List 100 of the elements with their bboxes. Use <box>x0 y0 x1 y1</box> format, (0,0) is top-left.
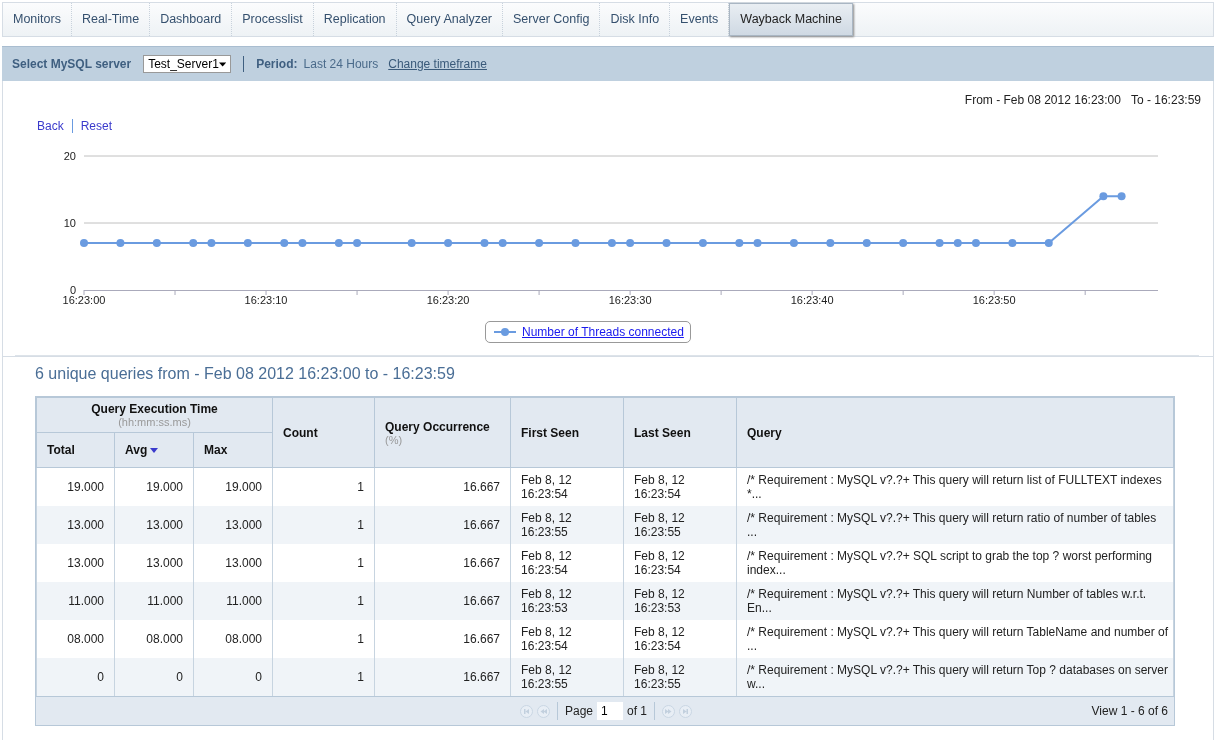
data-point <box>1008 239 1017 248</box>
nav-tab[interactable]: Processlist <box>232 3 314 36</box>
range-end-text: To - 16:23:59 <box>1130 93 1201 109</box>
column-header[interactable]: Query <box>736 397 1174 468</box>
data-point <box>116 239 125 248</box>
data-point <box>662 239 671 248</box>
table-cell: 16.667 <box>374 582 511 620</box>
x-tick-label: 16:23:10 <box>244 294 288 306</box>
page-label: Page <box>565 704 594 718</box>
table-cell: 11.000 <box>114 582 194 620</box>
nav-tab[interactable]: Wayback Machine <box>729 3 853 36</box>
table-cell: /* Requirement : MySQL v?.?+ This query will return ratio of number of tables ... <box>736 506 1174 544</box>
table-cell: /* Requirement : MySQL v?.?+ This query will return Number of tables w.r.t. En... <box>736 582 1174 620</box>
column-header[interactable]: Last Seen <box>623 397 737 468</box>
x-tick-label: 16:23:20 <box>426 294 470 306</box>
data-point <box>280 239 289 248</box>
nav-tab[interactable]: Monitors <box>3 3 72 36</box>
table-cell: /* Requirement : MySQL v?.?+ This query will return Top ? databases on server w... <box>736 658 1174 696</box>
table-cell: Feb 8, 12 16:23:55 <box>510 658 624 696</box>
table-cell: 13.000 <box>36 506 115 544</box>
data-point <box>607 239 616 248</box>
column-header[interactable]: Max <box>193 432 273 468</box>
table-cell: 1 <box>272 658 375 696</box>
data-point <box>444 239 453 248</box>
data-point <box>298 239 307 248</box>
table-cell: 11.000 <box>36 582 115 620</box>
data-point <box>152 239 161 248</box>
nav-tab[interactable]: Disk Info <box>600 3 671 36</box>
x-tick-label: 16:23:00 <box>62 294 106 306</box>
table-cell: 0 <box>36 658 115 696</box>
table-cell: 1 <box>272 582 375 620</box>
data-point <box>899 239 908 248</box>
change-timeframe-link[interactable]: Change timeframe <box>388 57 487 71</box>
x-tick-label: 16:23:50 <box>972 294 1016 306</box>
data-point <box>407 239 416 248</box>
data-point <box>189 239 198 248</box>
y-tick-label: 0 <box>69 284 76 296</box>
data-point <box>753 239 762 248</box>
table-cell: 16.667 <box>374 658 511 696</box>
data-point <box>353 239 362 248</box>
nav-tab[interactable]: Server Config <box>503 3 601 36</box>
data-point <box>935 239 944 248</box>
table-cell: 13.000 <box>193 506 273 544</box>
table-cell: Feb 8, 12 16:23:53 <box>623 582 737 620</box>
column-header[interactable]: Total <box>36 432 115 468</box>
data-point <box>1099 192 1108 201</box>
nav-tab[interactable]: Dashboard <box>150 3 233 36</box>
data-point <box>626 239 635 248</box>
data-point <box>334 239 343 248</box>
column-header[interactable]: First Seen <box>510 397 624 468</box>
column-group-header: Query Execution Time (hh:mm:ss.ms) <box>36 397 273 433</box>
caret-icon <box>218 61 227 67</box>
legend-link[interactable]: Number of Threads connected <box>522 325 684 339</box>
data-point <box>789 239 798 248</box>
table-cell: 16.667 <box>374 506 511 544</box>
table-cell: 0 <box>114 658 194 696</box>
y-tick-label: 10 <box>63 217 76 229</box>
data-point <box>862 239 871 248</box>
nav-tab[interactable]: Replication <box>313 3 397 36</box>
x-tick-label: 16:23:40 <box>790 294 834 306</box>
previous-page-icon[interactable] <box>537 704 550 718</box>
legend-line-icon <box>494 327 516 337</box>
data-point <box>971 239 980 248</box>
nav-tab[interactable]: Real-Time <box>71 3 151 36</box>
summary-heading: 6 unique queries from - Feb 08 2012 16:23:00 to - 16:23:59 <box>34 364 456 384</box>
first-page-icon[interactable] <box>520 704 533 718</box>
server-dropdown[interactable]: Test_Server1 <box>143 55 232 73</box>
column-header[interactable]: Avg <box>114 432 194 468</box>
data-point <box>243 239 252 248</box>
chart-nav-link[interactable]: Back <box>37 119 64 133</box>
data-point <box>207 239 216 248</box>
period-value: Last 24 Hours <box>303 57 379 71</box>
table-cell: 0 <box>193 658 273 696</box>
y-tick-label: 20 <box>63 150 76 162</box>
period-label: Period: <box>256 57 298 71</box>
column-header[interactable]: Count <box>272 397 375 468</box>
x-tick-label: 16:23:30 <box>608 294 652 306</box>
data-point <box>498 239 507 248</box>
table-cell: Feb 8, 12 16:23:55 <box>623 658 737 696</box>
data-point <box>953 239 962 248</box>
column-header[interactable]: Query Occurrence (%) <box>374 397 511 468</box>
table-cell: Feb 8, 12 16:23:55 <box>510 506 624 544</box>
chart-nav-link[interactable]: Reset <box>80 119 113 133</box>
last-page-icon[interactable] <box>679 704 693 718</box>
server-label: Select MySQL server <box>12 57 132 71</box>
data-point <box>480 239 489 248</box>
next-page-icon[interactable] <box>662 704 676 718</box>
data-point <box>80 239 88 248</box>
nav-tab[interactable]: Query Analyzer <box>396 3 504 36</box>
table-cell: 11.000 <box>193 582 273 620</box>
page-input[interactable]: 1 <box>597 702 624 720</box>
table-cell: Feb 8, 12 16:23:53 <box>510 582 624 620</box>
table-cell: 13.000 <box>114 506 194 544</box>
page-total-text: of 1 <box>627 704 648 718</box>
table-cell: Feb 8, 12 16:23:55 <box>623 506 737 544</box>
data-point <box>1044 239 1053 248</box>
data-point <box>826 239 835 248</box>
data-point <box>1117 192 1126 201</box>
data-point <box>535 239 544 248</box>
data-point <box>735 239 744 248</box>
